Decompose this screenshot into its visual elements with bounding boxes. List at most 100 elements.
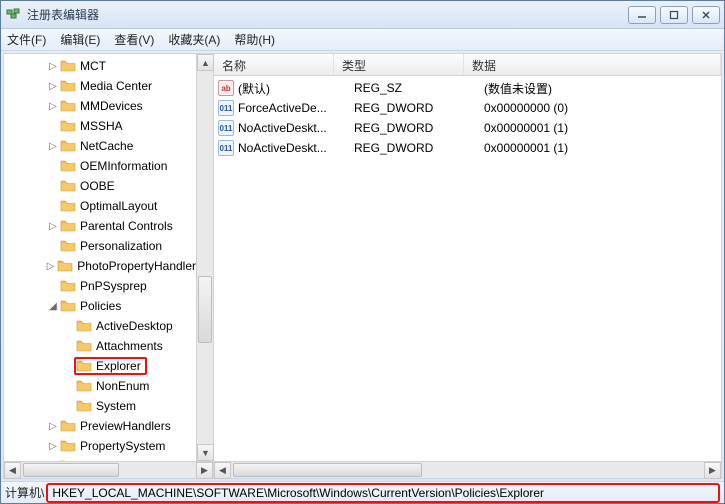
tree-item-mmdevices[interactable]: ▷ MMDevices xyxy=(6,96,196,116)
value-type: REG_DWORD xyxy=(354,101,484,115)
values-hscrollbar[interactable]: ◀ ▶ xyxy=(214,461,721,478)
registry-tree[interactable]: ▷MCT▷Media Center▷MMDevicesMSSHA▷NetCach… xyxy=(4,54,196,461)
scroll-track[interactable] xyxy=(197,71,213,444)
menu-favorites[interactable]: 收藏夹(A) xyxy=(168,31,220,48)
scroll-track[interactable] xyxy=(21,462,196,478)
scroll-up-icon[interactable]: ▲ xyxy=(197,54,214,71)
tree-item-photopropertyhandler[interactable]: ▷ PhotoPropertyHandler xyxy=(6,256,196,276)
tree-item-label: MMDevices xyxy=(80,99,143,113)
col-header-type[interactable]: 类型 xyxy=(334,54,464,75)
titlebar[interactable]: 注册表编辑器 xyxy=(1,1,724,29)
tree-item-policies[interactable]: ◢ Policies xyxy=(6,296,196,316)
tree-item-label: PhotoPropertyHandler xyxy=(77,259,196,273)
status-path: HKEY_LOCAL_MACHINE\SOFTWARE\Microsoft\Wi… xyxy=(46,483,720,503)
expander-closed-icon[interactable]: ▷ xyxy=(46,61,60,72)
expander-closed-icon[interactable]: ▷ xyxy=(46,421,60,432)
expander-closed-icon[interactable]: ▷ xyxy=(46,101,60,112)
folder-icon xyxy=(60,279,76,293)
value-type: REG_SZ xyxy=(354,81,484,95)
folder-icon xyxy=(60,219,76,233)
tree-item-label: OOBE xyxy=(80,179,115,193)
menu-view[interactable]: 查看(V) xyxy=(114,31,154,48)
expander-closed-icon[interactable]: ▷ xyxy=(44,261,57,272)
scroll-down-icon[interactable]: ▼ xyxy=(197,444,214,461)
tree-item-label: MSSHA xyxy=(80,119,123,133)
folder-icon xyxy=(60,79,76,93)
menu-edit[interactable]: 编辑(E) xyxy=(60,31,100,48)
tree-item-propertysystem[interactable]: ▷PropertySystem xyxy=(6,436,196,456)
tree-item-netcache[interactable]: ▷NetCache xyxy=(6,136,196,156)
folder-icon xyxy=(60,199,76,213)
menu-help[interactable]: 帮助(H) xyxy=(234,31,275,48)
tree-item-explorer[interactable]: Explorer xyxy=(6,356,196,376)
tree-item-system[interactable]: System xyxy=(6,396,196,416)
expander-closed-icon[interactable]: ▷ xyxy=(46,461,60,462)
scroll-thumb[interactable] xyxy=(198,276,212,343)
tree-item-label: Explorer xyxy=(96,359,141,373)
value-row[interactable]: 011NoActiveDeskt...REG_DWORD0x00000001 (… xyxy=(214,138,721,158)
value-row[interactable]: 011ForceActiveDe...REG_DWORD0x00000000 (… xyxy=(214,98,721,118)
tree-item-attachments[interactable]: Attachments xyxy=(6,336,196,356)
tree-item-previewhandlers[interactable]: ▷ PreviewHandlers xyxy=(6,416,196,436)
tree-item-mct[interactable]: ▷MCT xyxy=(6,56,196,76)
tree-item-label: PreviewHandlers xyxy=(80,419,171,433)
folder-icon xyxy=(60,179,76,193)
scroll-left-icon[interactable]: ◀ xyxy=(214,462,231,479)
tree-vscrollbar[interactable]: ▲ ▼ xyxy=(196,54,213,461)
tree-item-oeminformation[interactable]: OEMInformation xyxy=(6,156,196,176)
value-data: 0x00000001 (1) xyxy=(484,121,721,135)
folder-icon xyxy=(76,359,92,373)
value-name: NoActiveDeskt... xyxy=(238,121,354,135)
regedit-window: 注册表编辑器 文件(F) 编辑(E) 查看(V) 收藏夹(A) 帮助(H) ▷M… xyxy=(0,0,725,504)
value-data: (数值未设置) xyxy=(484,80,721,97)
folder-icon xyxy=(60,139,76,153)
tree-item-oobe[interactable]: OOBE xyxy=(6,176,196,196)
folder-icon xyxy=(57,259,73,273)
scroll-thumb[interactable] xyxy=(23,463,119,477)
col-header-data[interactable]: 数据 xyxy=(464,54,721,75)
maximize-button[interactable] xyxy=(660,6,688,24)
tree-item-pnpsysprep[interactable]: PnPSysprep xyxy=(6,276,196,296)
expander-closed-icon[interactable]: ▷ xyxy=(46,221,60,232)
tree-item-reliability[interactable]: ▷Reliability xyxy=(6,456,196,461)
expander-closed-icon[interactable]: ▷ xyxy=(46,81,60,92)
dword-value-icon: 011 xyxy=(218,120,234,136)
expander-open-icon[interactable]: ◢ xyxy=(46,301,60,312)
tree-item-parental-controls[interactable]: ▷Parental Controls xyxy=(6,216,196,236)
value-row[interactable]: 011NoActiveDeskt...REG_DWORD0x00000001 (… xyxy=(214,118,721,138)
folder-icon xyxy=(76,379,92,393)
scroll-right-icon[interactable]: ▶ xyxy=(196,462,213,479)
close-button[interactable] xyxy=(692,6,720,24)
tree-item-label: OEMInformation xyxy=(80,159,167,173)
value-name: NoActiveDeskt... xyxy=(238,141,354,155)
tree-pane: ▷MCT▷Media Center▷MMDevicesMSSHA▷NetCach… xyxy=(4,54,214,478)
tree-item-activedesktop[interactable]: ActiveDesktop xyxy=(6,316,196,336)
menu-file[interactable]: 文件(F) xyxy=(7,31,46,48)
scroll-thumb[interactable] xyxy=(233,463,422,477)
folder-icon xyxy=(60,419,76,433)
tree-item-nonenum[interactable]: NonEnum xyxy=(6,376,196,396)
tree-item-label: PnPSysprep xyxy=(80,279,147,293)
tree-item-label: Policies xyxy=(80,299,121,313)
values-list[interactable]: ab(默认)REG_SZ(数值未设置)011ForceActiveDe...RE… xyxy=(214,76,721,461)
value-name: (默认) xyxy=(238,80,354,97)
tree-hscrollbar[interactable]: ◀ ▶ xyxy=(4,461,213,478)
value-row[interactable]: ab(默认)REG_SZ(数值未设置) xyxy=(214,78,721,98)
tree-item-media-center[interactable]: ▷Media Center xyxy=(6,76,196,96)
statusbar: 计算机\ HKEY_LOCAL_MACHINE\SOFTWARE\Microso… xyxy=(1,481,724,503)
tree-item-mssha[interactable]: MSSHA xyxy=(6,116,196,136)
col-header-name[interactable]: 名称 xyxy=(214,54,334,75)
scroll-track[interactable] xyxy=(231,462,704,478)
minimize-button[interactable] xyxy=(628,6,656,24)
content-area: ▷MCT▷Media Center▷MMDevicesMSSHA▷NetCach… xyxy=(3,53,722,479)
scroll-left-icon[interactable]: ◀ xyxy=(4,462,21,479)
value-data: 0x00000001 (1) xyxy=(484,141,721,155)
value-data: 0x00000000 (0) xyxy=(484,101,721,115)
values-pane: 名称 类型 数据 ab(默认)REG_SZ(数值未设置)011ForceActi… xyxy=(214,54,721,478)
scroll-right-icon[interactable]: ▶ xyxy=(704,462,721,479)
expander-closed-icon[interactable]: ▷ xyxy=(46,141,60,152)
tree-item-optimallayout[interactable]: OptimalLayout xyxy=(6,196,196,216)
expander-closed-icon[interactable]: ▷ xyxy=(46,441,60,452)
tree-item-personalization[interactable]: Personalization xyxy=(6,236,196,256)
window-title: 注册表编辑器 xyxy=(27,6,628,23)
